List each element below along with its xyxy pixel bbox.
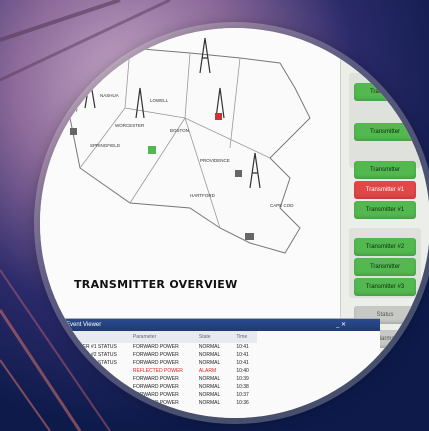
transmitter-button[interactable]: Transmitter [354, 258, 416, 276]
table-row[interactable]: TRANSMITTER #5 FORWARD POWER NORMAL 10:37 [46, 391, 257, 399]
transmitter-button[interactable]: Transmitter [354, 83, 416, 101]
region-label: ALBANY [60, 108, 78, 113]
transmitter-button[interactable]: Transmitter [354, 123, 416, 141]
transmitter-icon[interactable] [235, 170, 242, 177]
column-header[interactable]: State [190, 331, 229, 343]
log-window-title: Event Viewer [66, 322, 102, 328]
region-outline [59, 47, 311, 254]
region-label: HARTFORD [190, 193, 215, 198]
overview-title: TRANSMITTER OVERVIEW [74, 278, 238, 291]
map-view: ALBANY NASHUA LOWELL BOSTON WORCESTER SP… [40, 28, 340, 358]
transmitter-button-alarm[interactable]: Transmitter #1 [354, 181, 416, 199]
transmitter-button[interactable]: Transmitter #2 [354, 238, 416, 256]
column-header[interactable]: Name [46, 331, 125, 343]
region-label: BOSTON [170, 128, 189, 133]
transmitter-icon[interactable] [70, 128, 77, 135]
region-label: NASHUA [100, 93, 119, 98]
region-label: LOWELL [150, 98, 169, 103]
transmitter-icon[interactable] [245, 233, 254, 240]
table-row[interactable]: TRANSMITTER #3 STATUS FORWARD POWER NORMAL… [46, 359, 257, 367]
transmitter-button[interactable]: Transmitter [354, 161, 416, 179]
table-row[interactable]: TRANSMITTER #6 FORWARD POWER NORMAL 10:36 [46, 399, 257, 407]
event-log-table: Name Parameter State Time TRANSMITTER #1… [46, 331, 257, 407]
transmitter-button[interactable]: Transmitter #1 [354, 201, 416, 219]
column-header[interactable]: Time [228, 331, 257, 343]
transmitter-icon[interactable] [148, 146, 156, 154]
window-controls: _ ✕ [336, 319, 346, 331]
window-close-icon[interactable]: ✕ [341, 322, 346, 328]
table-row[interactable]: TRANSMITTER #4 STATUS FORWARD POWER NORMAL… [46, 383, 257, 391]
column-header[interactable]: Parameter [124, 331, 191, 343]
table-row[interactable]: TRANSMITTER #2 STATUS FORWARD POWER NORMAL… [46, 351, 257, 359]
region-label: WORCESTER [115, 123, 145, 128]
window-minimize-icon[interactable]: _ [336, 322, 339, 328]
event-log-window: Event Viewer _ ✕ Name Parameter State Ti… [40, 318, 380, 418]
transmitter-icon[interactable] [215, 113, 222, 120]
table-row[interactable]: TRANSMITTER #2 FORWARD POWER NORMAL 10:39 [46, 375, 257, 383]
magnified-screen: ALBANY NASHUA LOWELL BOSTON WORCESTER SP… [40, 28, 429, 418]
table-row[interactable]: TRANSMITTER #1 STATUS FORWARD POWER NORMAL… [46, 343, 257, 351]
region-label: SPRINGFIELD [90, 143, 121, 148]
region-label: PROVIDENCE [200, 158, 230, 163]
region-label: CAPE COD [270, 203, 294, 208]
log-title-bar: Event Viewer _ ✕ [40, 319, 380, 331]
table-row-alarm[interactable]: TRANSMITTER #1 REFLECTED POWER ALARM 10:40 [46, 367, 257, 375]
transmitter-button[interactable]: Transmitter #3 [354, 278, 416, 296]
